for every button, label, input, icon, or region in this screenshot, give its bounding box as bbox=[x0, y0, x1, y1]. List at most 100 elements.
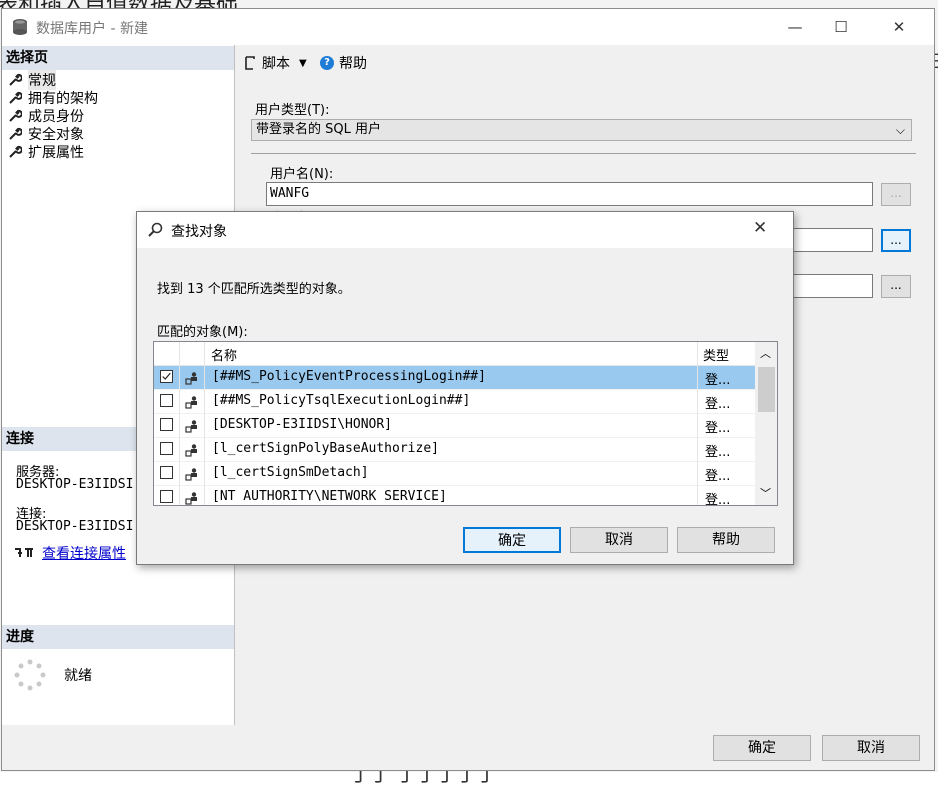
row-checkbox[interactable] bbox=[160, 466, 173, 479]
script-label: 脚本 bbox=[262, 56, 290, 72]
server-value: DESKTOP-E3IIDSI bbox=[16, 477, 134, 492]
column-divider bbox=[204, 438, 205, 462]
wrench-icon bbox=[9, 109, 22, 122]
dialog-title: 查找对象 bbox=[171, 224, 227, 240]
table-row[interactable]: [DESKTOP-E3IIDSI\HONOR] 登... bbox=[154, 414, 755, 438]
wrench-icon bbox=[9, 91, 22, 104]
progress-spinner-icon bbox=[14, 659, 46, 691]
chevron-up-icon[interactable]: ︿ bbox=[760, 345, 771, 361]
row-checkbox[interactable] bbox=[160, 394, 173, 407]
user-name-label: 用户名(N): bbox=[270, 167, 334, 182]
find-objects-dialog: 查找对象 ✕ 找到 13 个匹配所选类型的对象。 匹配的对象(M): 名称 类型… bbox=[136, 211, 794, 565]
row-name: [NT AUTHORITY\NETWORK SERVICE] bbox=[212, 489, 447, 504]
view-connection-properties-link[interactable]: 查看连接属性 bbox=[42, 543, 126, 563]
row-checkbox[interactable] bbox=[160, 418, 173, 431]
column-divider bbox=[697, 462, 698, 486]
column-divider bbox=[179, 366, 180, 390]
matched-objects-label: 匹配的对象(M): bbox=[157, 325, 248, 340]
database-icon bbox=[13, 19, 27, 35]
table-row[interactable]: [NT AUTHORITY\NETWORK SERVICE] 登... bbox=[154, 486, 755, 506]
dialog-cancel-button[interactable]: 取消 bbox=[570, 527, 668, 553]
script-icon bbox=[245, 56, 255, 70]
page-item-extended-properties[interactable]: 扩展属性 bbox=[8, 143, 84, 161]
ok-button[interactable]: 确定 bbox=[713, 735, 811, 761]
column-divider bbox=[204, 462, 205, 486]
close-button[interactable]: ✕ bbox=[876, 9, 922, 45]
row-name: [##MS_PolicyEventProcessingLogin##] bbox=[212, 369, 486, 384]
maximize-button[interactable]: ☐ bbox=[818, 9, 864, 45]
column-divider bbox=[697, 366, 698, 390]
user-name-browse-button[interactable]: ... bbox=[881, 183, 911, 206]
chevron-down-icon[interactable]: ﹀ bbox=[760, 485, 771, 501]
table-row[interactable]: [l_certSignSmDetach] 登... bbox=[154, 462, 755, 486]
connection-value: DESKTOP-E3IIDSI bbox=[16, 519, 134, 534]
login-user-icon bbox=[185, 468, 197, 481]
page-label: 扩展属性 bbox=[28, 145, 84, 161]
progress-status: 就绪 bbox=[64, 668, 92, 684]
connection-properties-icon bbox=[15, 548, 33, 557]
wrench-icon bbox=[9, 73, 22, 86]
row-checkbox[interactable] bbox=[160, 490, 173, 503]
dialog-ok-button[interactable]: 确定 bbox=[463, 527, 561, 553]
login-user-icon bbox=[185, 396, 197, 409]
list-scrollbar[interactable]: ︿ ﹀ bbox=[755, 342, 777, 505]
row-type: 登... bbox=[705, 469, 731, 484]
cancel-button[interactable]: 取消 bbox=[822, 735, 920, 761]
row-name: [l_certSignSmDetach] bbox=[212, 465, 369, 480]
page-item-general[interactable]: 常规 bbox=[8, 70, 56, 90]
search-icon bbox=[148, 222, 163, 237]
table-row[interactable]: [l_certSignPolyBaseAuthorize] 登... bbox=[154, 438, 755, 462]
login-name-browse-button[interactable]: ... bbox=[881, 229, 911, 252]
matched-objects-list[interactable]: 名称 类型 [##MS_PolicyEventProcessingLogin##… bbox=[153, 341, 778, 506]
column-divider bbox=[697, 390, 698, 414]
user-type-value: 带登录名的 SQL 用户 bbox=[256, 122, 381, 137]
row-checkbox[interactable] bbox=[160, 442, 173, 455]
login-user-icon bbox=[185, 492, 197, 505]
dialog-titlebar: 查找对象 ✕ bbox=[137, 212, 793, 248]
chevron-down-icon: ⌵ bbox=[895, 123, 905, 137]
table-row[interactable]: [##MS_PolicyTsqlExecutionLogin##] 登... bbox=[154, 390, 755, 414]
page-item-membership[interactable]: 成员身份 bbox=[8, 107, 84, 125]
page-label: 拥有的架构 bbox=[28, 91, 98, 107]
row-name: [##MS_PolicyTsqlExecutionLogin##] bbox=[212, 393, 471, 408]
column-divider bbox=[179, 414, 180, 438]
row-type: 登... bbox=[705, 421, 731, 436]
column-divider bbox=[204, 390, 205, 414]
login-user-icon bbox=[185, 372, 197, 385]
column-divider bbox=[204, 486, 205, 505]
help-button[interactable]: ? 帮助 bbox=[320, 53, 367, 73]
page-label: 安全对象 bbox=[28, 127, 84, 143]
window-titlebar: 数据库用户 - 新建 — ☐ ✕ bbox=[2, 9, 934, 45]
progress-header: 进度 bbox=[2, 625, 234, 649]
page-item-securables[interactable]: 安全对象 bbox=[8, 125, 84, 143]
default-schema-browse-button[interactable]: ... bbox=[881, 275, 911, 298]
row-name: [l_certSignPolyBaseAuthorize] bbox=[212, 441, 439, 456]
wrench-icon bbox=[9, 127, 22, 140]
column-header-name[interactable]: 名称 bbox=[211, 345, 237, 364]
dialog-help-button[interactable]: 帮助 bbox=[677, 527, 775, 553]
select-page-header: 选择页 bbox=[2, 46, 234, 70]
page-item-owned-schemas[interactable]: 拥有的架构 bbox=[8, 89, 98, 107]
help-icon: ? bbox=[320, 56, 334, 70]
login-user-icon bbox=[185, 444, 197, 457]
row-type: 登... bbox=[705, 493, 731, 506]
chevron-down-icon: ▼ bbox=[299, 57, 307, 69]
user-type-select[interactable]: 带登录名的 SQL 用户 ⌵ bbox=[251, 119, 912, 141]
minimize-button[interactable]: — bbox=[772, 9, 818, 45]
column-divider bbox=[697, 438, 698, 462]
column-divider bbox=[179, 390, 180, 414]
table-row[interactable]: [##MS_PolicyEventProcessingLogin##] 登... bbox=[154, 366, 755, 390]
row-type: 登... bbox=[705, 397, 731, 412]
column-header-type[interactable]: 类型 bbox=[703, 345, 729, 364]
wrench-icon bbox=[9, 145, 22, 158]
user-type-label: 用户类型(T): bbox=[255, 103, 330, 118]
column-divider bbox=[179, 462, 180, 486]
found-count-text: 找到 13 个匹配所选类型的对象。 bbox=[157, 282, 351, 297]
script-button[interactable]: 脚本 ▼ bbox=[243, 53, 307, 73]
user-name-input[interactable]: WANFG bbox=[266, 182, 873, 206]
column-divider bbox=[179, 486, 180, 505]
row-checkbox[interactable] bbox=[160, 370, 173, 383]
scrollbar-thumb[interactable] bbox=[758, 367, 775, 412]
column-divider bbox=[697, 414, 698, 438]
dialog-close-button[interactable]: ✕ bbox=[753, 218, 767, 238]
